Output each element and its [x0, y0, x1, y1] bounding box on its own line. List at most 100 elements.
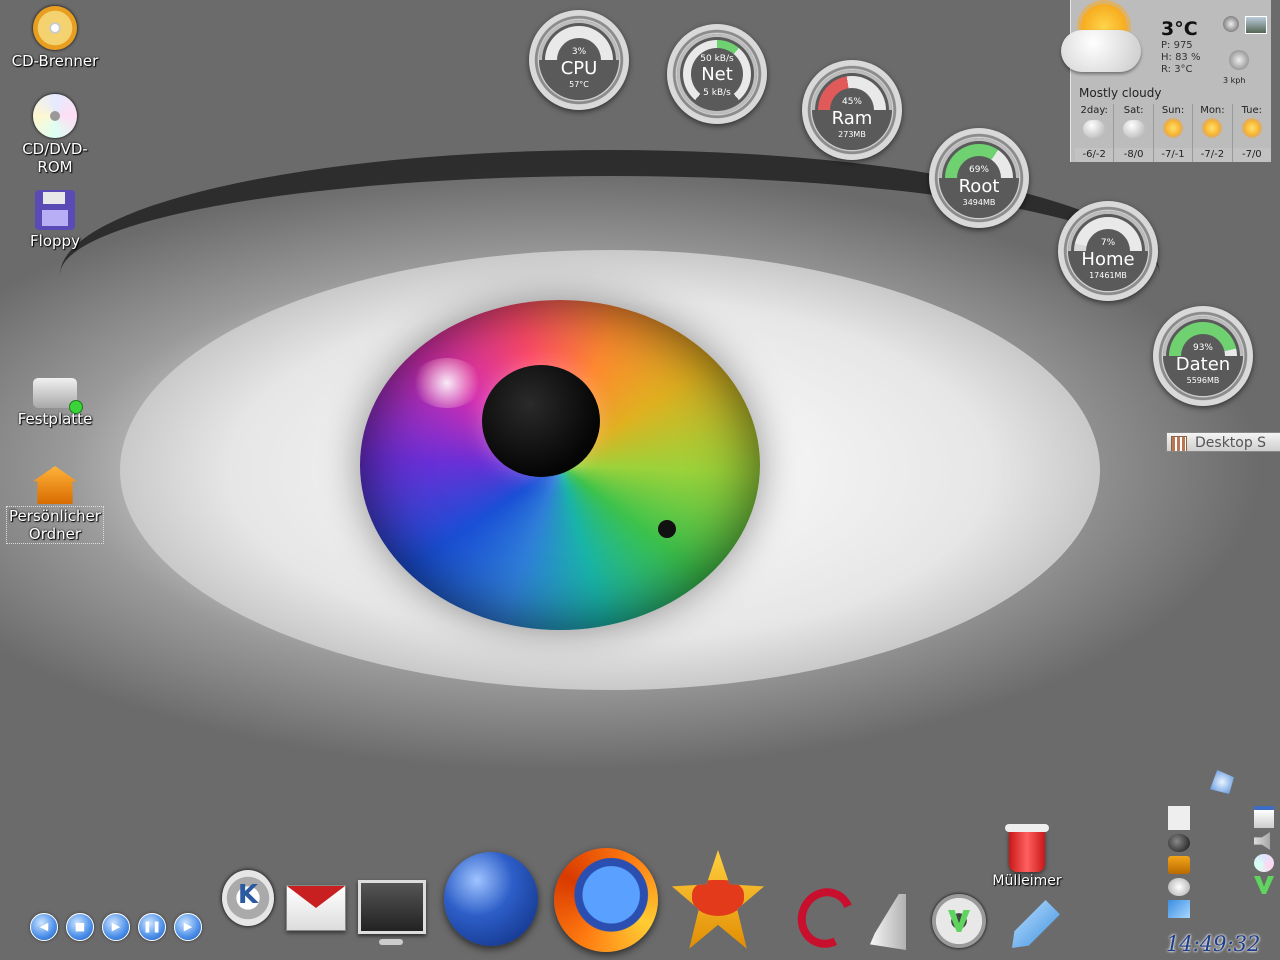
syringe-icon[interactable] — [1012, 900, 1060, 948]
gauge-face: 45% Ram 273MB — [812, 70, 892, 150]
gauge-percent: 45% — [841, 97, 862, 107]
blank-tray-icon[interactable] — [1168, 806, 1190, 830]
weather-widget[interactable]: 3°C P: 975 H: 83 % R: 3°C 3 kph Mostly c… — [1061, 0, 1272, 162]
gauge-face: 3% CPU 57°C — [539, 20, 619, 100]
forecast-day-label: Sat: — [1123, 105, 1144, 116]
photo-icon[interactable] — [1245, 16, 1267, 34]
gauge-sub: 273MB — [838, 130, 866, 139]
gauge-face: 7% Home 17461MB — [1068, 211, 1148, 291]
desktop-icon-label: Mülleimer — [992, 873, 1062, 889]
next-button[interactable]: ▶ — [174, 913, 202, 941]
cd-rom-icon — [33, 94, 77, 138]
forecast-temps: -8/0 — [1114, 148, 1153, 162]
forecast-day: Tue: -7/0 — [1232, 104, 1272, 162]
gauge-top: 50 kB/s — [700, 54, 734, 64]
gauge-face: 50 kB/s Net 5 kB/s — [677, 34, 757, 114]
forecast-day: 2day: -6/-2 — [1075, 104, 1115, 162]
firefox-icon[interactable] — [554, 848, 658, 952]
previous-button[interactable]: ◀ — [30, 913, 58, 941]
daten-gauge[interactable]: 93% Daten 5596MB — [1153, 306, 1253, 406]
net-gauge[interactable]: 50 kB/s Net 5 kB/s — [667, 24, 767, 124]
gauge-percent: 69% — [968, 165, 989, 175]
home-gauge[interactable]: 7% Home 17461MB — [1058, 201, 1158, 301]
gauge-sub: 3494MB — [962, 198, 996, 207]
home-folder-icon — [33, 466, 77, 504]
network-icon[interactable] — [1168, 900, 1190, 918]
v-logo-icon[interactable] — [1254, 876, 1274, 894]
gauge-percent: 93% — [1192, 343, 1213, 353]
desktop-icon-trash[interactable]: Mülleimer — [992, 824, 1062, 890]
download-icon[interactable] — [1168, 878, 1190, 896]
root-gauge[interactable]: 69% Root 3494MB — [929, 128, 1029, 228]
stop-button[interactable]: ■ — [66, 913, 94, 941]
forecast-day: Sun: -7/-1 — [1153, 104, 1194, 162]
sunny-icon — [1204, 120, 1221, 136]
dragon-game-icon[interactable] — [671, 850, 765, 949]
forecast-temps: -6/-2 — [1075, 148, 1114, 162]
desktop-icon-floppy[interactable]: Floppy — [5, 190, 105, 250]
harddisk-icon — [33, 378, 83, 414]
floppy-icon — [35, 190, 75, 230]
network-tray-icon[interactable] — [1210, 770, 1234, 794]
forecast-day-label: Mon: — [1200, 105, 1225, 116]
forecast-day-label: Tue: — [1241, 105, 1263, 116]
settings-gear-icon[interactable] — [932, 894, 986, 948]
weather-pressure: P: 975 — [1161, 40, 1193, 51]
speaker-icon[interactable] — [1254, 832, 1270, 850]
gauge-percent: 7% — [1100, 238, 1116, 248]
gauge-name: Daten — [1175, 354, 1231, 375]
forecast-day: Sat: -8/0 — [1114, 104, 1154, 162]
monitor-icon[interactable] — [358, 880, 426, 945]
cloud-shape — [1061, 30, 1141, 72]
gauge-sub: 17461MB — [1089, 271, 1127, 280]
partly-cloudy-icon — [1053, 0, 1149, 82]
desktop-icon-harddisk[interactable]: Festplatte — [5, 368, 105, 428]
gauge-sub: 5 kB/s — [703, 88, 731, 98]
globe-icon[interactable] — [1223, 16, 1239, 32]
system-tray-left — [1168, 806, 1194, 918]
desktop-icon-home-folder[interactable]: Persönlicher Ordner — [5, 462, 105, 544]
system-tray-right — [1254, 806, 1276, 894]
sunny-icon — [1165, 120, 1182, 136]
wind-direction-icon — [1229, 50, 1249, 70]
forecast-day-label: 2day: — [1080, 105, 1108, 116]
wallet-icon[interactable] — [1168, 856, 1190, 874]
cloudy-icon — [1122, 120, 1145, 138]
weather-humidity: H: 83 % — [1161, 52, 1201, 63]
kde-menu-icon[interactable] — [222, 870, 274, 926]
play-button[interactable]: ▶ — [102, 913, 130, 941]
desktop-tab-icon — [1171, 436, 1187, 451]
cpu-gauge[interactable]: 3% CPU 57°C — [529, 10, 629, 110]
debian-icon[interactable] — [789, 880, 863, 956]
desktop-tab-label: Desktop S — [1195, 435, 1267, 451]
weather-wind: 3 kph — [1223, 76, 1246, 85]
desktop-switcher-tab[interactable]: Desktop S — [1166, 432, 1280, 452]
weather-realfeel: R: 3°C — [1161, 64, 1193, 75]
clock[interactable]: 14:49:32 — [1166, 932, 1260, 956]
ram-gauge[interactable]: 45% Ram 273MB — [802, 60, 902, 160]
forecast-temps: -7/-2 — [1193, 148, 1232, 162]
cd-tray-icon[interactable] — [1254, 854, 1274, 872]
desktop-icon-label: Festplatte — [17, 410, 93, 428]
gauge-face: 69% Root 3494MB — [939, 138, 1019, 218]
desktop-icon-label: Persönlicher Ordner — [6, 506, 104, 544]
wallpaper-moon — [658, 520, 676, 538]
calendar-icon[interactable] — [1254, 806, 1274, 828]
forecast-temps: -7/-1 — [1153, 148, 1193, 162]
sound-horn-icon[interactable] — [870, 894, 906, 950]
gauge-name: Ram — [831, 108, 873, 129]
forecast-row: 2day: -6/-2 Sat: -8/0 Sun: -7/-1 Mon: -7… — [1075, 104, 1272, 162]
mail-icon[interactable] — [286, 885, 346, 931]
browser-globe-icon[interactable] — [444, 852, 538, 946]
desktop-icon-cd-dvd-rom[interactable]: CD/DVD-ROM — [5, 94, 105, 176]
weather-description: Mostly cloudy — [1079, 86, 1162, 100]
desktop-icon-label: CD-Brenner — [11, 52, 99, 70]
sunny-icon — [1243, 120, 1260, 136]
desktop-icon-label: CD/DVD-ROM — [22, 140, 88, 176]
forecast-day-label: Sun: — [1161, 105, 1185, 116]
pause-button[interactable]: ❚❚ — [138, 913, 166, 941]
desktop-icon-cd-burner[interactable]: CD-Brenner — [5, 6, 105, 70]
bomb-icon[interactable] — [1168, 834, 1190, 852]
cd-burner-icon — [33, 6, 77, 50]
gauge-name: Home — [1081, 249, 1135, 270]
